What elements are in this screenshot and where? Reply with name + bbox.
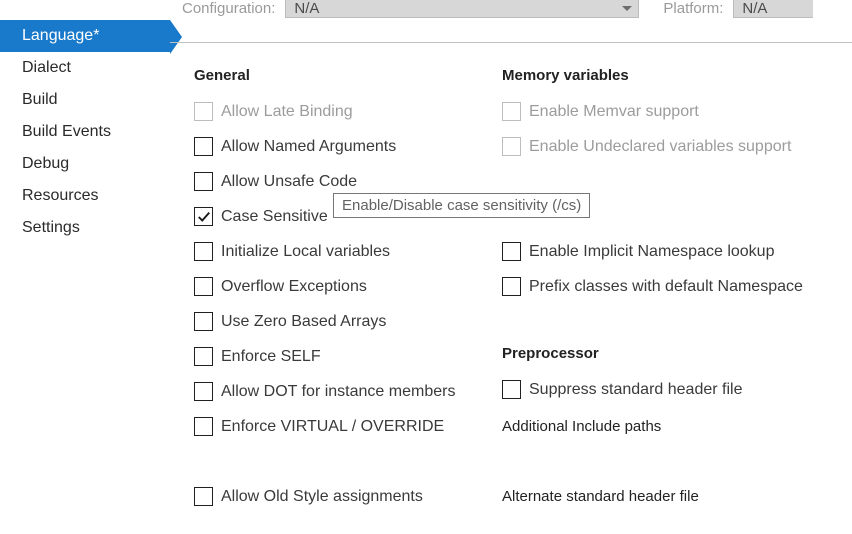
option-dot-instance-members[interactable]: Allow DOT for instance members (194, 374, 494, 409)
configuration-dropdown[interactable]: N/A (285, 0, 639, 18)
checkbox[interactable] (194, 207, 213, 226)
option-prefix-default-namespace[interactable]: Prefix classes with default Namespace (502, 269, 842, 304)
tooltip-case-sensitive: Enable/Disable case sensitivity (/cs) (333, 193, 590, 218)
label-alt-header: Alternate standard header file (502, 488, 699, 505)
platform-label: Platform: (663, 0, 723, 17)
checkbox[interactable] (502, 277, 521, 296)
sidebar-item-resources[interactable]: Resources (0, 180, 170, 212)
checkbox[interactable] (502, 137, 521, 156)
platform-dropdown[interactable]: N/A (733, 0, 813, 18)
option-initialize-local-variables[interactable]: Initialize Local variables (194, 234, 494, 269)
group-general: General (194, 67, 494, 84)
sidebar-item-debug[interactable]: Debug (0, 148, 170, 180)
content-pane: General Allow Late Binding Allow Named A… (170, 42, 852, 534)
configuration-label: Configuration: (182, 0, 275, 17)
checkbox[interactable] (194, 102, 213, 121)
platform-value: N/A (742, 0, 767, 17)
chevron-down-icon (622, 6, 632, 11)
group-memory-variables: Memory variables (502, 67, 842, 84)
checkbox[interactable] (194, 242, 213, 261)
option-implicit-namespace-lookup[interactable]: Enable Implicit Namespace lookup (502, 234, 842, 269)
sidebar-item-language[interactable]: Language* (0, 20, 170, 52)
option-old-style-assignments[interactable]: Allow Old Style assignments (194, 479, 494, 514)
checkbox[interactable] (194, 172, 213, 191)
sidebar-item-build[interactable]: Build (0, 84, 170, 116)
option-enable-undeclared[interactable]: Enable Undeclared variables support (502, 129, 842, 164)
checkbox[interactable] (194, 312, 213, 331)
option-allow-late-binding[interactable]: Allow Late Binding (194, 94, 494, 129)
option-enforce-self[interactable]: Enforce SELF (194, 339, 494, 374)
option-suppress-header[interactable]: Suppress standard header file (502, 372, 842, 407)
checkbox[interactable] (502, 380, 521, 399)
checkbox[interactable] (194, 277, 213, 296)
checkbox[interactable] (194, 137, 213, 156)
sidebar-item-settings[interactable]: Settings (0, 212, 170, 244)
sidebar-item-dialect[interactable]: Dialect (0, 52, 170, 84)
configuration-value: N/A (294, 0, 319, 17)
checkbox[interactable] (194, 417, 213, 436)
option-enforce-virtual-override[interactable]: Enforce VIRTUAL / OVERRIDE (194, 409, 494, 444)
label-include-paths: Additional Include paths (502, 418, 661, 435)
checkbox[interactable] (194, 487, 213, 506)
checkbox[interactable] (502, 102, 521, 121)
option-overflow-exceptions[interactable]: Overflow Exceptions (194, 269, 494, 304)
configuration-bar: Configuration: N/A Platform: N/A (0, 0, 852, 20)
checkbox[interactable] (194, 382, 213, 401)
option-allow-named-arguments[interactable]: Allow Named Arguments (194, 129, 494, 164)
option-zero-based-arrays[interactable]: Use Zero Based Arrays (194, 304, 494, 339)
option-enable-memvar[interactable]: Enable Memvar support (502, 94, 842, 129)
sidebar: Language* Dialect Build Build Events Deb… (0, 20, 170, 534)
checkbox[interactable] (502, 242, 521, 261)
checkbox[interactable] (194, 347, 213, 366)
group-preprocessor: Preprocessor (502, 345, 842, 362)
sidebar-item-build-events[interactable]: Build Events (0, 116, 170, 148)
